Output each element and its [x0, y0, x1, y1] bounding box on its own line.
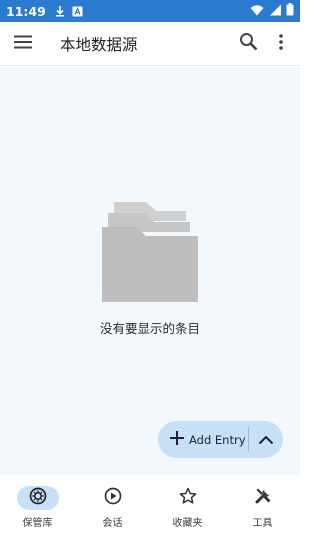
nav-item-sessions[interactable]: 会话: [75, 475, 150, 533]
nav-item-tools[interactable]: 工具: [225, 475, 300, 533]
vault-icon: [29, 487, 47, 509]
search-icon: [239, 32, 258, 55]
battery-icon: [286, 3, 294, 19]
app-notification-icon: [72, 6, 83, 17]
nav-label-vault: 保管库: [22, 518, 53, 529]
add-entry-label: Add Entry: [189, 432, 246, 447]
nav-icon-container: [242, 486, 284, 510]
nav-item-vault[interactable]: 保管库: [0, 475, 75, 533]
bottom-navigation: 保管库 会话 收藏夹 工具: [0, 475, 300, 533]
star-icon: [179, 487, 197, 509]
toolbar: 本地数据源: [0, 22, 300, 66]
status-time: 11:49: [6, 3, 46, 19]
folder-icon: [100, 182, 200, 310]
chevron-up-icon: [258, 430, 274, 449]
nav-icon-container: [167, 486, 209, 510]
nav-icon-container: [16, 486, 59, 510]
play-circle-icon: [104, 487, 122, 509]
nav-item-favorites[interactable]: 收藏夹: [150, 475, 225, 533]
main-content: 没有要显示的条目: [0, 67, 300, 475]
more-options-button[interactable]: [266, 22, 296, 66]
nav-label-sessions: 会话: [102, 518, 123, 529]
plus-icon: [170, 430, 184, 449]
more-vert-icon: [279, 33, 283, 54]
page-title: 本地数据源: [60, 35, 138, 54]
add-entry-button[interactable]: Add Entry: [158, 421, 248, 458]
toolbar-actions: [230, 22, 300, 66]
signal-icon: [269, 4, 281, 19]
status-right-icons: [250, 3, 294, 19]
menu-button[interactable]: [0, 22, 46, 66]
empty-message: 没有要显示的条目: [99, 321, 200, 336]
wifi-icon: [250, 4, 264, 19]
download-icon: [54, 5, 66, 17]
tools-icon: [254, 487, 272, 509]
menu-icon: [14, 34, 32, 53]
expand-button[interactable]: [249, 421, 283, 458]
nav-icon-container: [92, 486, 134, 510]
empty-state: 没有要显示的条目: [0, 182, 300, 337]
nav-label-favorites: 收藏夹: [172, 518, 203, 529]
search-button[interactable]: [230, 22, 266, 66]
nav-label-tools: 工具: [252, 518, 273, 529]
add-entry-fab: Add Entry: [158, 421, 283, 458]
status-bar: 11:49: [0, 0, 300, 22]
